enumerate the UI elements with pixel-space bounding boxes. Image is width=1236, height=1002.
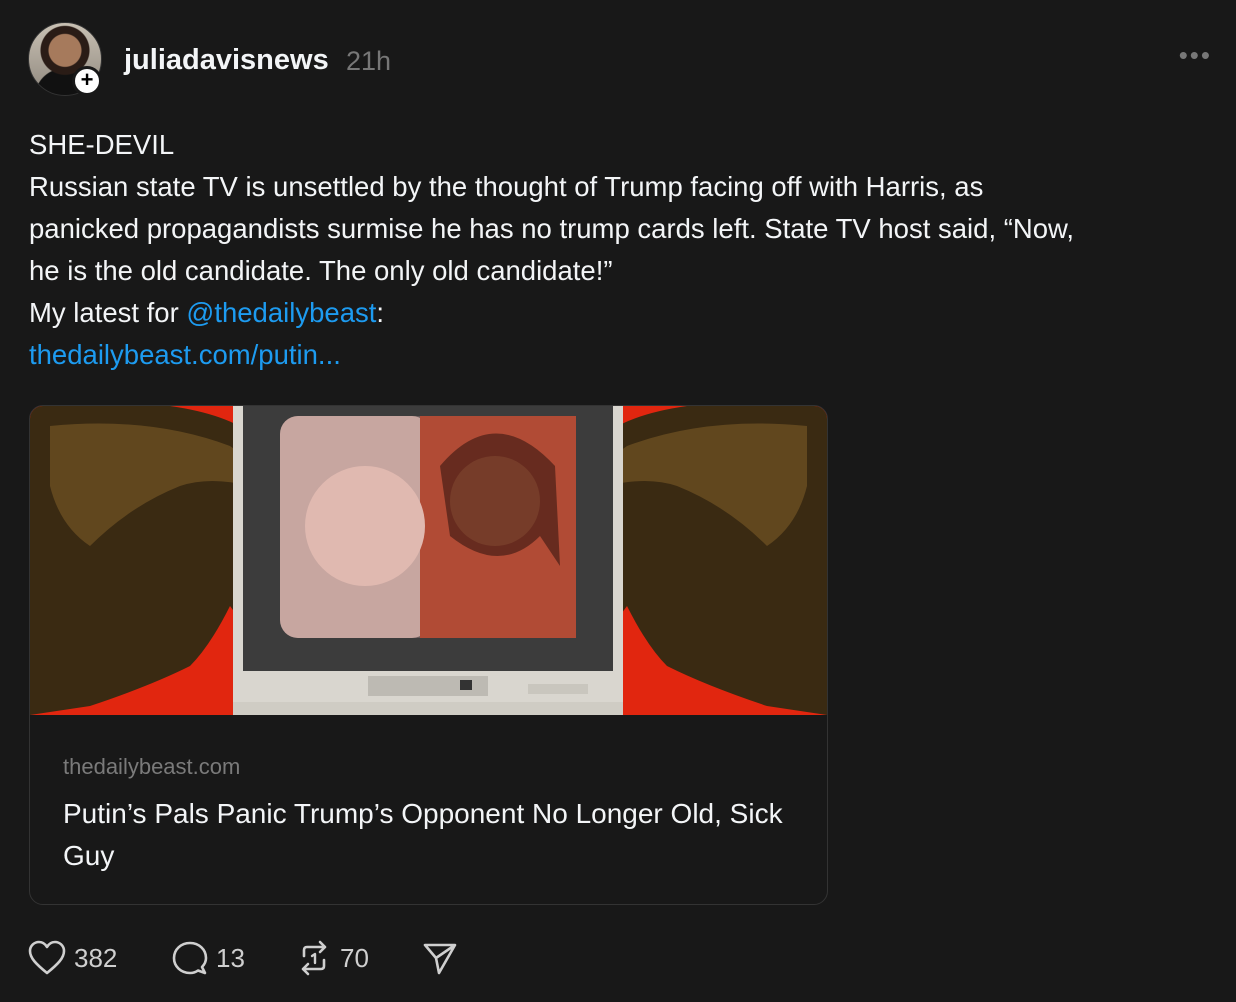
post-header: + juliadavisnews 21h •••	[28, 22, 1212, 98]
repost-icon	[301, 940, 327, 976]
timestamp[interactable]: 21h	[346, 46, 391, 77]
card-title[interactable]: Putin’s Pals Panic Trump’s Opponent No L…	[63, 793, 803, 877]
article-image[interactable]	[30, 406, 827, 715]
comment-icon	[172, 941, 208, 975]
card-domain: thedailybeast.com	[63, 754, 241, 779]
post-text-line: panicked propagandists surmise he has no…	[29, 213, 1075, 244]
like-count: 382	[74, 942, 118, 973]
post-text-line: he is the old candidate. The only old ca…	[29, 255, 613, 286]
repost-count: 70	[340, 942, 369, 973]
username[interactable]: juliadavisnews	[124, 44, 329, 77]
repost-button[interactable]: 70	[296, 938, 369, 978]
mention-link[interactable]: @thedailybeast	[186, 297, 376, 328]
article-illustration	[30, 406, 827, 715]
post-text-line: SHE-DEVIL	[29, 129, 175, 160]
latest-line: My latest for @thedailybeast:	[29, 292, 1219, 334]
reply-count: 13	[216, 942, 245, 973]
like-button[interactable]: 382	[28, 938, 117, 978]
avatar-container[interactable]: +	[28, 22, 102, 96]
reply-button[interactable]: 13	[172, 938, 245, 978]
post-body: SHE-DEVIL Russian state TV is unsettled …	[29, 124, 1219, 376]
share-button[interactable]	[422, 938, 458, 978]
more-options-icon[interactable]: •••	[1179, 40, 1212, 71]
latest-suffix: :	[376, 297, 385, 328]
post-text-line: Russian state TV is unsettled by the tho…	[29, 171, 984, 202]
heart-icon	[28, 940, 66, 975]
article-url-link[interactable]: thedailybeast.com/putin...	[29, 334, 1219, 376]
send-icon	[423, 943, 457, 975]
follow-plus-icon[interactable]: +	[72, 66, 102, 96]
link-preview-card[interactable]: thedailybeast.com Putin’s Pals Panic Tru…	[29, 405, 828, 905]
latest-prefix: My latest for	[29, 297, 187, 328]
